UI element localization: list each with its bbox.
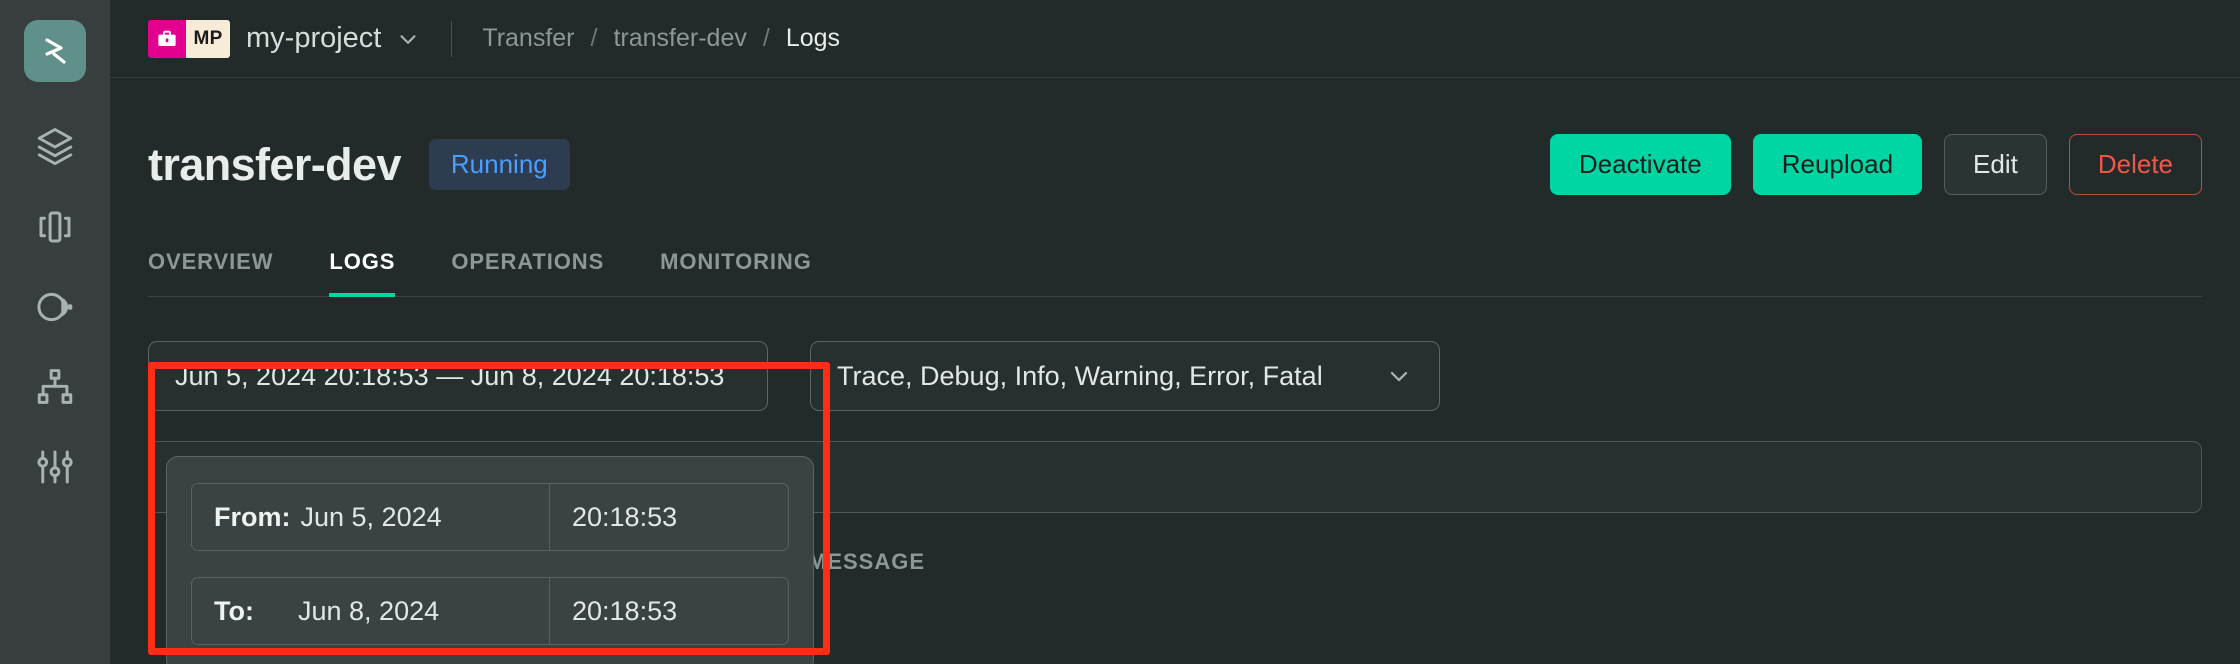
briefcase-icon: [148, 19, 186, 58]
brackets-module-icon: [34, 206, 76, 248]
project-name: my-project: [246, 22, 382, 54]
breadcrumb-item-transfer[interactable]: Transfer: [482, 24, 574, 53]
date-range-input[interactable]: Jun 5, 2024 20:18:53 — Jun 8, 2024 20:18…: [148, 341, 768, 411]
deactivate-button[interactable]: Deactivate: [1549, 134, 1731, 195]
reupload-button[interactable]: Reupload: [1752, 134, 1923, 195]
tab-overview[interactable]: OVERVIEW: [148, 249, 273, 297]
breadcrumb: Transfer / transfer-dev / Logs: [482, 24, 840, 53]
date-picker-to-row[interactable]: To: Jun 8, 2024 20:18:53: [191, 577, 789, 645]
column-header-message: MESSAGE: [808, 549, 926, 574]
to-time-field[interactable]: 20:18:53: [550, 578, 788, 644]
layers-stack-icon: [34, 126, 76, 168]
breadcrumb-divider: [451, 20, 453, 57]
date-picker-from-row[interactable]: From: Jun 5, 2024 20:18:53: [191, 483, 789, 551]
status-badge: Running: [428, 139, 570, 190]
breadcrumb-item-logs[interactable]: Logs: [786, 24, 840, 53]
sidebar-item-settings[interactable]: [24, 436, 86, 498]
sidebar-item-services[interactable]: [24, 196, 86, 258]
tab-monitoring[interactable]: MONITORING: [660, 249, 812, 297]
from-date-field[interactable]: Jun 5, 2024: [291, 484, 550, 550]
from-label: From:: [214, 501, 291, 532]
page-title: transfer-dev: [148, 138, 401, 190]
sidebar-item-environments[interactable]: [24, 276, 86, 338]
tab-bar: OVERVIEW LOGS OPERATIONS MONITORING: [148, 249, 2202, 297]
to-date-field[interactable]: Jun 8, 2024: [288, 578, 550, 644]
chevron-down-icon[interactable]: [395, 26, 421, 52]
sidebar-item-topology[interactable]: [24, 356, 86, 418]
log-level-value: Trace, Debug, Info, Warning, Error, Fata…: [837, 360, 1323, 391]
breadcrumb-separator: /: [762, 24, 770, 52]
platform-logo[interactable]: [24, 20, 86, 82]
sliders-settings-icon: [34, 446, 76, 488]
tab-logs[interactable]: LOGS: [329, 249, 396, 297]
left-nav-rail: [0, 0, 110, 664]
tab-operations[interactable]: OPERATIONS: [451, 249, 604, 297]
edit-button[interactable]: Edit: [1944, 134, 2047, 195]
date-range-picker-popup: From: Jun 5, 2024 20:18:53 To: Jun 8, 20…: [166, 456, 814, 664]
page-actions: Deactivate Reupload Edit Delete: [1549, 134, 2202, 195]
contrast-circles-icon: [34, 286, 76, 328]
top-bar: MP my-project Transfer / transfer-dev / …: [110, 0, 2240, 78]
chevron-down-icon: [1385, 362, 1413, 390]
to-label: To:: [214, 595, 254, 626]
sidebar-item-deployments[interactable]: [24, 116, 86, 178]
page-header: transfer-dev Running Deactivate Reupload…: [148, 134, 2202, 195]
date-range-value: Jun 5, 2024 20:18:53 — Jun 8, 2024 20:18…: [175, 360, 725, 391]
breadcrumb-item-transfer-dev[interactable]: transfer-dev: [613, 24, 746, 53]
from-time-field[interactable]: 20:18:53: [550, 484, 788, 550]
log-level-select[interactable]: Trace, Debug, Info, Warning, Error, Fata…: [810, 341, 1440, 411]
filter-bar: Jun 5, 2024 20:18:53 — Jun 8, 2024 20:18…: [148, 341, 2202, 411]
project-initials-badge: MP: [186, 19, 230, 58]
delete-button[interactable]: Delete: [2068, 134, 2202, 195]
breadcrumb-separator: /: [590, 24, 598, 52]
application-window: MP my-project Transfer / transfer-dev / …: [0, 0, 2240, 664]
project-selector[interactable]: MP my-project: [148, 19, 421, 58]
hierarchy-tree-icon: [34, 366, 76, 408]
